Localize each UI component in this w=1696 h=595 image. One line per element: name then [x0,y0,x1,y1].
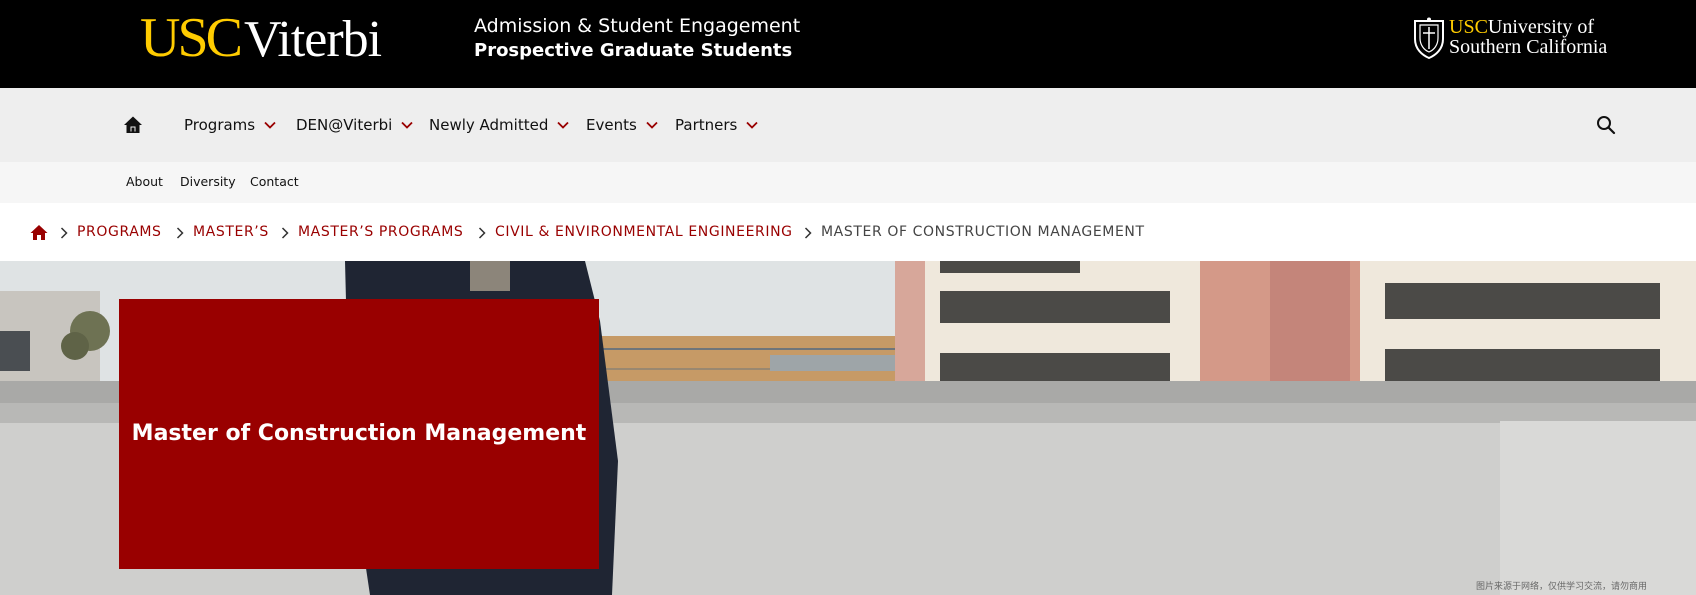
usc-wordmark-line2: Southern California [1449,36,1608,58]
breadcrumb: PROGRAMS MASTER’S MASTER’S PROGRAMS CIVI… [0,203,1696,261]
usc-university-logo[interactable]: USCUniversity of Southern California [1412,17,1607,59]
breadcrumb-item-civil-environmental[interactable]: CIVIL & ENVIRONMENTAL ENGINEERING [495,224,793,240]
usc-wordmark: USCUniversity of Southern California [1449,17,1607,57]
nav-item-label: DEN@Viterbi [296,116,393,134]
logo-usc-text: USC [140,7,243,69]
chevron-down-icon [746,121,758,129]
breadcrumb-item-programs[interactable]: PROGRAMS [77,224,162,240]
chevron-right-icon [478,227,486,239]
usc-wordmark-line1: University of [1487,16,1594,38]
image-watermark: 图片来源于网络，仅供学习交流，请勿商用 [1476,582,1648,592]
usc-wordmark-usc: USC [1449,16,1488,38]
chevron-down-icon [401,121,413,129]
util-link-contact[interactable]: Contact [250,174,299,189]
util-link-diversity[interactable]: Diversity [180,174,236,189]
hero-title-card: Master of Construction Management [119,299,599,569]
unit-name: Admission & Student Engagement [474,15,801,37]
logo-viterbi-text: Viterbi [243,11,382,68]
breadcrumb-item-masters-programs[interactable]: MASTER’S PROGRAMS [298,224,463,240]
chevron-right-icon [176,227,184,239]
nav-item-programs[interactable]: Programs [184,112,276,138]
breadcrumb-item-masters[interactable]: MASTER’S [193,224,269,240]
chevron-right-icon [60,227,68,239]
nav-item-den-viterbi[interactable]: DEN@Viterbi [296,112,413,138]
chevron-down-icon [557,121,569,129]
site-header: USC Viterbi Admission & Student Engageme… [0,0,1696,88]
hero-banner: Master of Construction Management 图片来源于网… [0,261,1696,595]
utility-navigation: About Diversity Contact [0,162,1696,203]
util-link-about[interactable]: About [126,174,163,189]
unit-title[interactable]: Admission & Student Engagement Prospecti… [474,14,800,64]
home-icon[interactable] [30,224,48,241]
chevron-down-icon [646,121,658,129]
chevron-down-icon [264,121,276,129]
usc-seal-icon [1414,17,1444,59]
breadcrumb-item-current: MASTER OF CONSTRUCTION MANAGEMENT [821,224,1145,240]
nav-item-events[interactable]: Events [586,112,658,138]
nav-item-label: Partners [675,116,738,134]
nav-item-newly-admitted[interactable]: Newly Admitted [429,112,569,138]
nav-item-partners[interactable]: Partners [675,112,758,138]
nav-item-label: Events [586,116,637,134]
home-icon[interactable] [123,115,143,135]
page-title: Master of Construction Management [131,421,587,446]
search-icon[interactable] [1596,115,1616,135]
chevron-right-icon [804,227,812,239]
usc-viterbi-logo[interactable]: USC Viterbi [140,7,382,69]
nav-item-label: Programs [184,116,256,134]
nav-item-label: Newly Admitted [429,116,549,134]
unit-subtitle: Prospective Graduate Students [474,40,793,61]
main-navigation: Programs DEN@Viterbi Newly Admitted Even… [0,88,1696,162]
chevron-right-icon [281,227,289,239]
